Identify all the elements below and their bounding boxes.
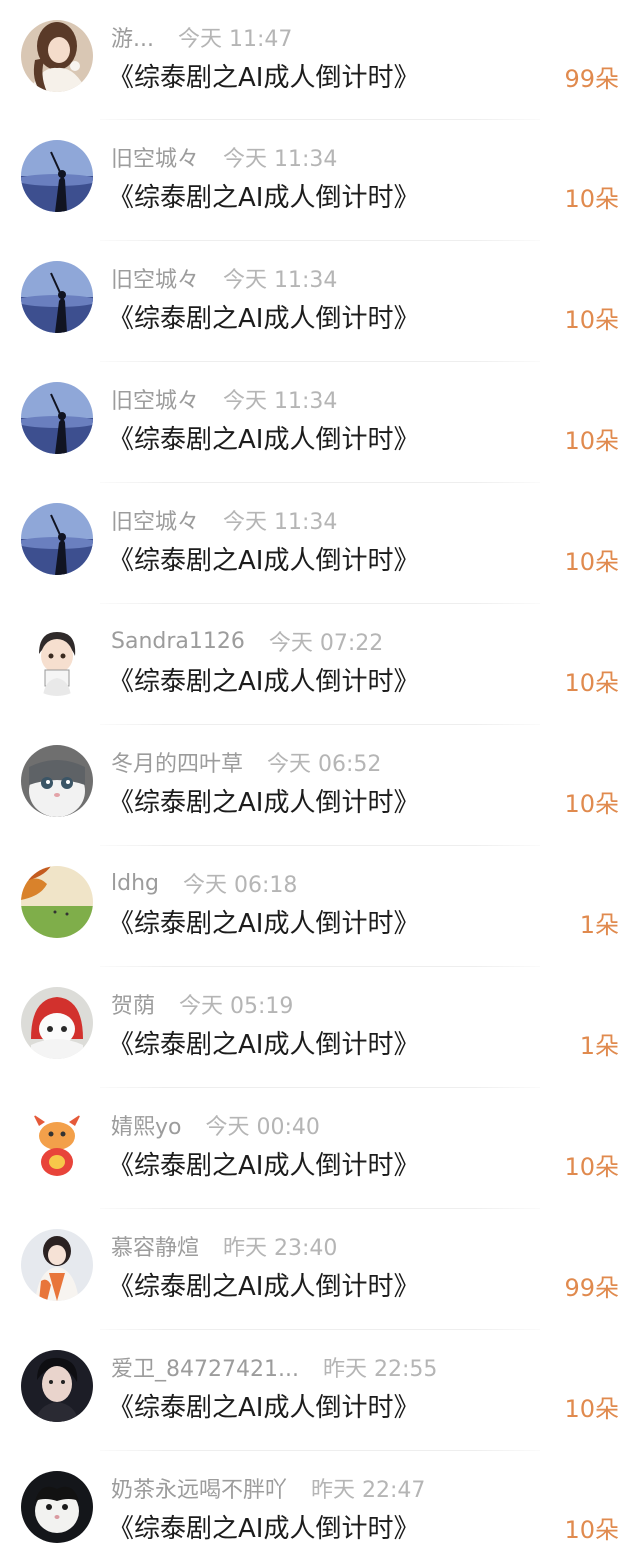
user-name[interactable]: 旧空城々 xyxy=(111,262,199,294)
user-name[interactable]: 旧空城々 xyxy=(111,504,199,536)
list-item[interactable]: 旧空城々 今天 11:34 《综泰剧之AI成人倒计时》 10朵 xyxy=(0,362,640,483)
timestamp: 昨天 22:47 xyxy=(311,1478,426,1503)
black-white-cat-avatar[interactable] xyxy=(21,1471,93,1543)
timestamp: 昨天 22:55 xyxy=(322,1357,438,1382)
user-name[interactable]: 游... xyxy=(111,21,154,53)
timestamp: 今天 07:22 xyxy=(268,631,384,656)
list-item[interactable]: 奶茶永远喝不胖吖 昨天 22:47 《综泰剧之AI成人倒计时》 10朵 xyxy=(0,1451,640,1568)
cartoon-boy-avatar[interactable] xyxy=(21,624,93,696)
user-name[interactable]: 旧空城々 xyxy=(111,141,199,173)
gift-amount: 1朵 xyxy=(579,911,619,939)
list-item[interactable]: 贺荫 今天 05:19 《综泰剧之AI成人倒计时》 1朵 xyxy=(0,967,640,1088)
girl-portrait-avatar[interactable] xyxy=(21,20,93,92)
user-name[interactable]: ldhg xyxy=(111,871,159,896)
gift-amount: 10朵 xyxy=(564,306,619,334)
meta-line: 慕容静煊 昨天 23:40 xyxy=(111,1231,337,1261)
gift-amount: 1朵 xyxy=(579,1032,619,1060)
user-name[interactable]: 慕容静煊 xyxy=(111,1230,199,1262)
user-name[interactable]: Sandra1126 xyxy=(111,629,245,654)
gift-amount: 10朵 xyxy=(564,427,619,455)
timestamp: 今天 11:47 xyxy=(177,27,293,52)
timestamp: 今天 06:18 xyxy=(183,873,298,898)
meta-line: 旧空城々 今天 11:34 xyxy=(111,263,337,293)
meta-line: 冬月的四叶草 今天 06:52 xyxy=(111,747,381,777)
list-item[interactable]: 旧空城々 今天 11:34 《综泰剧之AI成人倒计时》 10朵 xyxy=(0,483,640,604)
book-title[interactable]: 《综泰剧之AI成人倒计时》 xyxy=(108,299,419,339)
book-title[interactable]: 《综泰剧之AI成人倒计时》 xyxy=(108,1267,419,1307)
list-item[interactable]: 冬月的四叶草 今天 06:52 《综泰剧之AI成人倒计时》 10朵 xyxy=(0,725,640,846)
gift-amount: 10朵 xyxy=(564,790,619,818)
hanfu-girl-avatar[interactable] xyxy=(21,1229,93,1301)
book-title[interactable]: 《综泰剧之AI成人倒计时》 xyxy=(108,420,419,460)
list-item[interactable]: 旧空城々 今天 11:34 《综泰剧之AI成人倒计时》 10朵 xyxy=(0,241,640,362)
young-man-avatar[interactable] xyxy=(21,1350,93,1422)
list-item[interactable]: 旧空城々 今天 11:34 《综泰剧之AI成人倒计时》 10朵 xyxy=(0,120,640,241)
gift-amount: 10朵 xyxy=(564,1516,619,1544)
book-title[interactable]: 《综泰剧之AI成人倒计时》 xyxy=(108,662,419,702)
book-title[interactable]: 《综泰剧之AI成人倒计时》 xyxy=(108,541,419,581)
gift-amount: 10朵 xyxy=(564,669,619,697)
book-title[interactable]: 《综泰剧之AI成人倒计时》 xyxy=(108,1388,419,1428)
cat-red-hood-avatar[interactable] xyxy=(21,987,93,1059)
book-title[interactable]: 《综泰剧之AI成人倒计时》 xyxy=(108,904,419,944)
gift-amount: 99朵 xyxy=(564,1274,619,1302)
meta-line: Sandra1126 今天 07:22 xyxy=(111,626,384,657)
meta-line: 旧空城々 今天 11:34 xyxy=(111,142,337,172)
list-item[interactable]: 爱卫_84727421... 昨天 22:55 《综泰剧之AI成人倒计时》 10… xyxy=(0,1330,640,1451)
timestamp: 昨天 23:40 xyxy=(223,1236,338,1261)
book-title[interactable]: 《综泰剧之AI成人倒计时》 xyxy=(108,783,419,823)
timestamp: 今天 11:34 xyxy=(223,147,338,172)
book-title[interactable]: 《综泰剧之AI成人倒计时》 xyxy=(108,1146,419,1186)
user-name[interactable]: 爱卫_84727421... xyxy=(111,1351,299,1383)
list-item[interactable]: ldhg 今天 06:18 《综泰剧之AI成人倒计时》 1朵 xyxy=(0,846,640,967)
blue-landscape-avatar[interactable] xyxy=(21,382,93,454)
timestamp: 今天 00:40 xyxy=(205,1115,320,1140)
timestamp: 今天 06:52 xyxy=(267,752,382,777)
list-item[interactable]: Sandra1126 今天 07:22 《综泰剧之AI成人倒计时》 10朵 xyxy=(0,604,640,725)
gift-amount: 10朵 xyxy=(564,185,619,213)
cat-avatar[interactable] xyxy=(21,745,93,817)
book-title[interactable]: 《综泰剧之AI成人倒计时》 xyxy=(108,178,419,218)
user-name[interactable]: 冬月的四叶草 xyxy=(111,746,243,778)
timestamp: 今天 05:19 xyxy=(179,994,294,1019)
user-name[interactable]: 奶茶永远喝不胖吖 xyxy=(111,1472,287,1504)
autumn-field-avatar[interactable] xyxy=(21,866,93,938)
meta-line: 贺荫 今天 05:19 xyxy=(111,989,293,1019)
blue-landscape-avatar[interactable] xyxy=(21,503,93,575)
meta-line: 游... 今天 11:47 xyxy=(111,22,292,52)
gift-amount: 10朵 xyxy=(564,1153,619,1181)
user-name[interactable]: 婧熙yo xyxy=(111,1109,181,1141)
gift-amount: 10朵 xyxy=(564,1395,619,1423)
cartoon-dragon-avatar[interactable] xyxy=(21,1108,93,1180)
gift-amount: 99朵 xyxy=(564,65,619,93)
meta-line: 旧空城々 今天 11:34 xyxy=(111,384,337,414)
meta-line: 奶茶永远喝不胖吖 昨天 22:47 xyxy=(111,1473,425,1503)
book-title[interactable]: 《综泰剧之AI成人倒计时》 xyxy=(108,1025,419,1065)
meta-line: ldhg 今天 06:18 xyxy=(111,868,298,899)
timestamp: 今天 11:34 xyxy=(223,389,338,414)
book-title[interactable]: 《综泰剧之AI成人倒计时》 xyxy=(108,1509,419,1549)
gift-record-list: 游... 今天 11:47 《综泰剧之AI成人倒计时》 99朵 旧空城々 今天 … xyxy=(0,0,640,1568)
meta-line: 婧熙yo 今天 00:40 xyxy=(111,1110,320,1140)
gift-amount: 10朵 xyxy=(564,548,619,576)
meta-line: 旧空城々 今天 11:34 xyxy=(111,505,337,535)
book-title[interactable]: 《综泰剧之AI成人倒计时》 xyxy=(108,58,419,98)
list-item[interactable]: 游... 今天 11:47 《综泰剧之AI成人倒计时》 99朵 xyxy=(0,0,640,120)
meta-line: 爱卫_84727421... 昨天 22:55 xyxy=(111,1352,437,1382)
user-name[interactable]: 贺荫 xyxy=(111,988,155,1020)
list-item[interactable]: 婧熙yo 今天 00:40 《综泰剧之AI成人倒计时》 10朵 xyxy=(0,1088,640,1209)
blue-landscape-avatar[interactable] xyxy=(21,261,93,333)
timestamp: 今天 11:34 xyxy=(223,268,338,293)
user-name[interactable]: 旧空城々 xyxy=(111,383,199,415)
timestamp: 今天 11:34 xyxy=(223,510,338,535)
blue-landscape-avatar[interactable] xyxy=(21,140,93,212)
list-item[interactable]: 慕容静煊 昨天 23:40 《综泰剧之AI成人倒计时》 99朵 xyxy=(0,1209,640,1330)
